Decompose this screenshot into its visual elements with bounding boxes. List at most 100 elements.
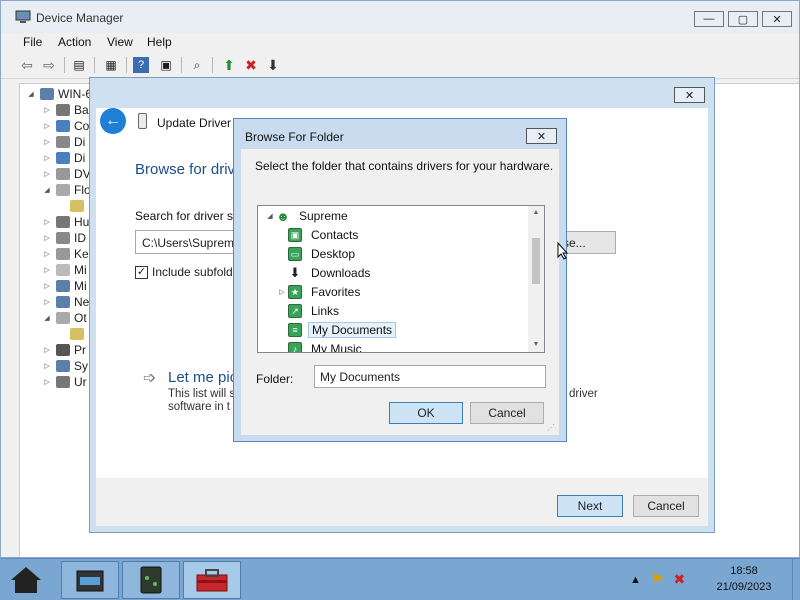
menu-help[interactable]: Help — [147, 35, 172, 49]
folder-item-my-music[interactable]: ♪ My Music — [276, 340, 365, 352]
expand-arrow-icon[interactable]: ▷ — [42, 282, 52, 290]
expand-arrow-icon[interactable]: ▷ — [42, 138, 52, 146]
tree-item[interactable]: ▷ Co — [42, 118, 89, 134]
folder-input[interactable]: My Documents — [314, 365, 546, 388]
tree-item[interactable] — [66, 326, 88, 342]
cancel-button[interactable]: Cancel — [633, 495, 699, 517]
show-desktop-button[interactable] — [792, 559, 800, 600]
back-icon[interactable]: ⇦ — [17, 55, 37, 75]
folder-tree-scrollbar[interactable]: ▲ ▼ — [528, 206, 544, 352]
minimize-button[interactable]: — — [694, 11, 724, 27]
menu-bar: File Action View Help — [1, 33, 799, 51]
expand-arrow-icon[interactable]: ▷ — [42, 378, 52, 386]
tree-item[interactable]: ▷ Di — [42, 150, 85, 166]
folder-item-links[interactable]: ↗ Links — [276, 302, 342, 320]
tree-item[interactable]: ▷ ID — [42, 230, 86, 246]
folder-item-downloads[interactable]: ⬇ Downloads — [276, 264, 373, 282]
tree-item[interactable]: ◢ Ot — [42, 310, 86, 326]
expand-arrow-icon[interactable]: ▷ — [42, 218, 52, 226]
driver-path-input[interactable]: C:\Users\Supreme — [135, 230, 245, 254]
enable-device-icon[interactable]: ⬇ — [263, 55, 283, 75]
menu-file[interactable]: File — [23, 35, 42, 49]
tree-item[interactable]: ▷ Pr — [42, 342, 86, 358]
tree-item[interactable]: ◢ Flo — [42, 182, 90, 198]
menu-view[interactable]: View — [107, 35, 133, 49]
next-button[interactable]: Next — [557, 495, 623, 517]
keyboard-icon — [56, 248, 70, 260]
let-me-pick-link[interactable]: Let me pic — [168, 369, 237, 386]
collapse-arrow-icon[interactable]: ◢ — [42, 314, 52, 322]
tree-item[interactable]: ▷ DV — [42, 166, 90, 182]
scan-hardware-icon[interactable]: ⌕ — [187, 55, 207, 75]
warning-device-icon — [70, 200, 84, 212]
folder-item-favorites[interactable]: ▷ ★ Favorites — [276, 283, 363, 301]
expand-arrow-icon[interactable]: ▷ — [42, 234, 52, 242]
collapse-arrow-icon[interactable]: ◢ — [264, 212, 276, 220]
wizard-heading: Browse for driv — [135, 161, 236, 178]
tree-item[interactable]: ▷ Mi — [42, 278, 86, 294]
dialog-close-button[interactable]: ✕ — [526, 128, 557, 144]
expand-arrow-icon[interactable]: ▷ — [42, 266, 52, 274]
action-center-icon[interactable]: ⚑ — [651, 571, 664, 588]
tree-item[interactable]: ▷ Mi — [42, 262, 86, 278]
expand-arrow-icon[interactable]: ▷ — [42, 170, 52, 178]
expand-arrow-icon[interactable]: ▷ — [42, 122, 52, 130]
taskbar-app-toolbox[interactable] — [183, 561, 241, 599]
scroll-down-icon[interactable]: ▼ — [528, 338, 544, 352]
dialog-cancel-button[interactable]: Cancel — [470, 402, 544, 424]
computer-icon — [40, 88, 54, 100]
start-button[interactable] — [6, 562, 46, 598]
network-error-icon[interactable]: ✖ — [673, 571, 685, 588]
tree-item-label: Di — [74, 151, 86, 165]
forward-icon[interactable]: ⇨ — [39, 55, 59, 75]
contacts-folder-icon: ▣ — [288, 228, 302, 242]
taskbar-app-file-explorer[interactable] — [61, 561, 119, 599]
include-subfolders-checkbox[interactable]: ✓ Include subfold — [135, 265, 233, 279]
show-hide-console-tree-icon[interactable]: ▤ — [69, 55, 89, 75]
expand-arrow-icon[interactable]: ▷ — [42, 154, 52, 162]
expand-arrow-icon[interactable]: ▷ — [42, 362, 52, 370]
expand-arrow-icon[interactable]: ▷ — [42, 346, 52, 354]
update-driver-icon[interactable]: ⬆ — [219, 55, 239, 75]
collapse-arrow-icon[interactable]: ◢ — [26, 90, 36, 98]
tree-item[interactable]: ▷ Ke — [42, 246, 88, 262]
menu-action[interactable]: Action — [58, 35, 91, 49]
folder-item-desktop[interactable]: ▭ Desktop — [276, 245, 358, 263]
folder-item-contacts[interactable]: ▣ Contacts — [276, 226, 361, 244]
maximize-button[interactable]: ▢ — [728, 11, 758, 27]
ok-button[interactable]: OK — [389, 402, 463, 424]
show-hidden-icons-icon[interactable]: ▲ — [630, 574, 641, 586]
close-button[interactable]: ✕ — [762, 11, 792, 27]
dialog-title: Browse For Folder — [245, 130, 344, 144]
clock[interactable]: 18:58 21/09/2023 — [710, 563, 778, 595]
tree-item[interactable]: ▷ Hu — [42, 214, 89, 230]
tree-item[interactable]: ▷ Ne — [42, 294, 89, 310]
tree-root[interactable]: ◢ WIN-6 — [26, 86, 92, 102]
tree-item[interactable]: ▷ Sy — [42, 358, 88, 374]
folder-item-supreme[interactable]: ◢ ☻ Supreme — [264, 207, 351, 225]
expand-arrow-icon[interactable]: ▷ — [276, 288, 288, 296]
tree-item[interactable]: ▷ Ur — [42, 374, 87, 390]
taskbar-app-calculator[interactable] — [122, 561, 180, 599]
back-arrow-icon[interactable]: ← — [100, 108, 126, 134]
tree-item[interactable] — [66, 198, 88, 214]
uninstall-device-icon[interactable]: ✖ — [241, 55, 261, 75]
links-folder-icon: ↗ — [288, 304, 302, 318]
expand-arrow-icon[interactable]: ▷ — [42, 106, 52, 114]
scroll-up-icon[interactable]: ▲ — [528, 206, 544, 220]
expand-arrow-icon[interactable]: ▷ — [42, 298, 52, 306]
scrollbar-thumb[interactable] — [532, 238, 540, 284]
collapse-arrow-icon[interactable]: ◢ — [42, 186, 52, 194]
tree-item[interactable]: ▷ Ba — [42, 102, 88, 118]
tree-item[interactable]: ▷ Di — [42, 134, 85, 150]
wizard-close-button[interactable]: ✕ — [674, 87, 705, 103]
tree-item-label: Ur — [74, 375, 87, 389]
resize-grip-icon[interactable]: ⋰ — [547, 423, 557, 433]
properties-icon[interactable]: ▦ — [101, 55, 121, 75]
expand-arrow-icon[interactable]: ▷ — [42, 250, 52, 258]
help-icon[interactable]: ? — [133, 57, 149, 73]
checkbox-icon[interactable]: ✓ — [135, 265, 148, 279]
let-me-pick-description: driver — [569, 388, 598, 400]
action-pane-icon[interactable]: ▣ — [156, 55, 176, 75]
folder-item-my-documents[interactable]: ≡ My Documents — [276, 321, 397, 339]
